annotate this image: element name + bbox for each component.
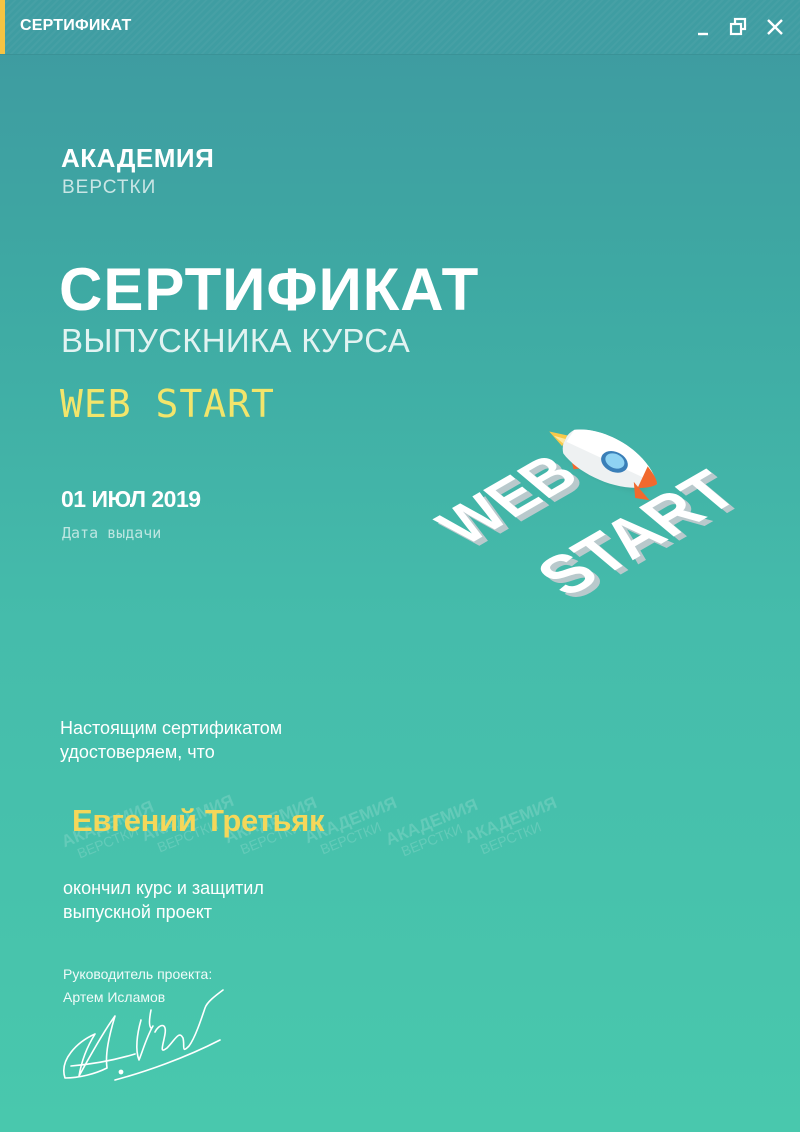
intro-line: удостоверяем, что	[60, 742, 215, 762]
completion-line: выпускной проект	[63, 902, 213, 922]
academy-logo-sub: ВЕРСТКИ	[62, 177, 157, 198]
close-icon	[767, 19, 783, 35]
course-name: WEB START	[60, 382, 275, 426]
academy-logo-main: АКАДЕМИЯ	[61, 143, 215, 173]
completion-line: окончил курс и защитил	[63, 878, 264, 898]
certificate-title: СЕРТИФИКАТ	[59, 256, 480, 323]
issue-date: 01 ИЮЛ 2019	[61, 486, 201, 512]
watermark: АКАДЕМИЯ ВЕРСТКИ	[461, 793, 560, 858]
intro-text: Настоящим сертификатом удостоверяем, что	[60, 716, 350, 764]
completion-text: окончил курс и защитил выпускной проект	[63, 876, 353, 924]
close-button[interactable]	[762, 14, 788, 40]
certificate-subtitle: ВЫПУСКНИКА КУРСА	[61, 322, 411, 359]
restore-icon	[729, 17, 747, 36]
intro-line: Настоящим сертификатом	[60, 718, 283, 738]
web-start-illustration: WEB WEB START START	[410, 420, 760, 660]
window-title: СЕРТИФИКАТ	[20, 17, 132, 34]
recipient-name: Евгений Третьяк	[72, 803, 325, 838]
minimize-icon	[698, 32, 708, 36]
signature	[63, 989, 224, 1081]
restore-button[interactable]	[726, 14, 752, 40]
title-accent-stripe	[0, 0, 5, 54]
minimize-button[interactable]	[690, 14, 716, 40]
issue-date-label: Дата выдачи	[62, 524, 162, 542]
window-title-bar: СЕРТИФИКАТ	[0, 0, 800, 54]
